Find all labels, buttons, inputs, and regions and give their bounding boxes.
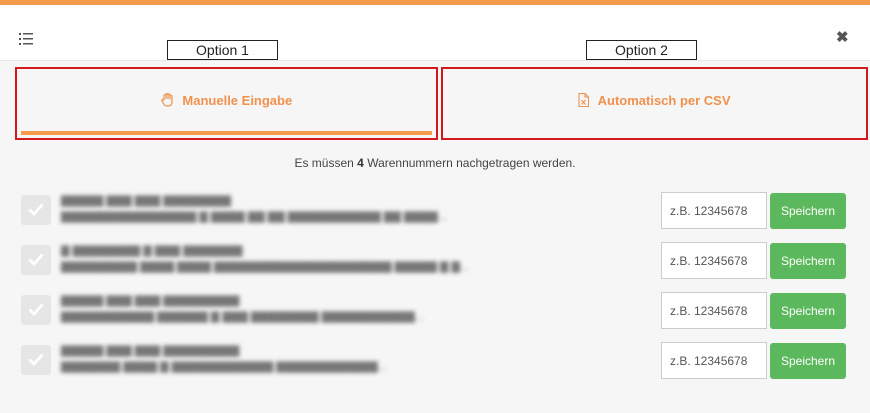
option-1-label: Option 1 (167, 40, 278, 60)
missing-count: 4 (357, 156, 364, 170)
tab-manual-entry-label: Manuelle Eingabe (182, 93, 293, 108)
tab-csv-import[interactable]: Automatisch per CSV (441, 67, 868, 140)
warennummer-input[interactable] (661, 242, 767, 279)
excel-file-icon (578, 92, 597, 108)
redacted-text: ▇▇▇▇▇ ▇▇▇ ▇▇▇ ▇▇▇▇▇▇▇▇▇ (61, 295, 240, 307)
tab-manual-entry[interactable]: Manuelle Eingabe (15, 67, 438, 140)
warennummer-input[interactable] (661, 192, 767, 229)
checkbox[interactable] (21, 195, 51, 225)
redacted-text: ▇ ▇▇▇▇▇▇▇▇ ▇ ▇▇▇ ▇▇▇▇▇▇▇ (61, 245, 243, 257)
check-icon (28, 203, 44, 216)
check-icon (28, 253, 44, 266)
redacted-text: ▇▇▇▇▇ ▇▇▇ ▇▇▇ ▇▇▇▇▇▇▇▇ (61, 195, 231, 207)
redacted-text: ▇▇▇▇▇▇▇▇▇▇▇▇▇▇▇▇ ▇ ▇▇▇▇ ▇▇ ▇▇ ▇▇▇▇▇▇▇▇▇▇… (61, 211, 447, 223)
check-icon (28, 353, 44, 366)
active-tab-indicator (21, 131, 432, 135)
redacted-text: ▇▇▇▇▇▇▇▇▇▇▇ ▇▇▇▇▇▇ ▇ ▇▇▇ ▇▇▇▇▇▇▇▇ ▇▇▇▇▇▇… (61, 311, 424, 323)
tab-csv-import-label: Automatisch per CSV (597, 93, 731, 108)
check-icon (28, 303, 44, 316)
redacted-text: ▇▇▇▇▇▇▇ ▇▇▇▇ ▇ ▇▇▇▇▇▇▇▇▇▇▇▇ ▇▇▇▇▇▇▇▇▇▇▇▇… (61, 361, 387, 373)
list-item: ▇▇▇▇▇ ▇▇▇ ▇▇▇ ▇▇▇▇▇▇▇▇▇ ▇▇▇▇▇▇▇▇▇▇▇ ▇▇▇▇… (0, 292, 870, 332)
save-button[interactable]: Speichern (770, 243, 846, 279)
modal-header: ✖ (0, 5, 870, 61)
checkbox[interactable] (21, 295, 51, 325)
checkbox[interactable] (21, 345, 51, 375)
list-ordered-icon[interactable] (19, 32, 33, 45)
checkbox[interactable] (21, 245, 51, 275)
save-button[interactable]: Speichern (770, 193, 846, 229)
redacted-text: ▇▇▇▇▇▇▇▇▇ ▇▇▇▇ ▇▇▇▇ ▇▇▇▇▇▇▇▇▇▇▇▇▇▇▇▇▇▇▇▇… (61, 261, 470, 273)
list-item: ▇ ▇▇▇▇▇▇▇▇ ▇ ▇▇▇ ▇▇▇▇▇▇▇ ▇▇▇▇▇▇▇▇▇ ▇▇▇▇ … (0, 242, 870, 282)
warennummer-input[interactable] (661, 342, 767, 379)
close-icon[interactable]: ✖ (836, 30, 849, 45)
save-button[interactable]: Speichern (770, 343, 846, 379)
redacted-text: ▇▇▇▇▇ ▇▇▇ ▇▇▇ ▇▇▇▇▇▇▇▇▇ (61, 345, 240, 357)
option-2-label: Option 2 (586, 40, 697, 60)
save-button[interactable]: Speichern (770, 293, 846, 329)
warennummer-input[interactable] (661, 292, 767, 329)
list-item: ▇▇▇▇▇ ▇▇▇ ▇▇▇ ▇▇▇▇▇▇▇▇▇ ▇▇▇▇▇▇▇ ▇▇▇▇ ▇ ▇… (0, 342, 870, 382)
hand-icon (160, 92, 183, 108)
missing-numbers-info: Es müssen 4 Warennummern nachgetragen we… (294, 156, 576, 170)
list-item: ▇▇▇▇▇ ▇▇▇ ▇▇▇ ▇▇▇▇▇▇▇▇ ▇▇▇▇▇▇▇▇▇▇▇▇▇▇▇▇ … (0, 192, 870, 232)
